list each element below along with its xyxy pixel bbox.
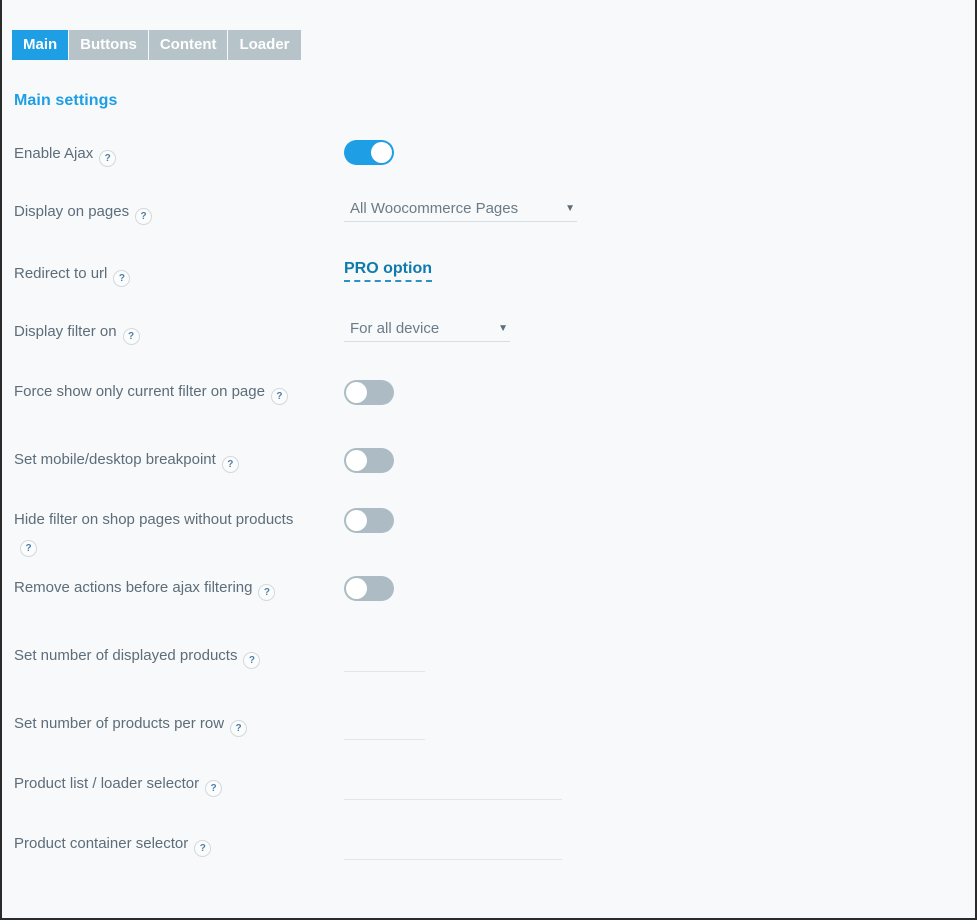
setting-label: Set number of products per row? [14, 712, 304, 737]
setting-label-text: Display on pages [14, 203, 130, 220]
setting-label: Enable Ajax? [14, 142, 304, 167]
setting-label: Hide filter on shop pages without produc… [14, 508, 294, 557]
tab-content[interactable]: Content [148, 30, 228, 60]
setting-label: Display filter on? [14, 320, 304, 345]
setting-label: Set number of displayed products? [14, 644, 279, 669]
toggle-remove-actions[interactable] [344, 576, 394, 601]
toggle-breakpoint[interactable] [344, 448, 394, 473]
chevron-down-icon: ▼ [498, 322, 508, 334]
toggle-force-show-current-filter[interactable] [344, 380, 394, 405]
setting-label-text: Remove actions before ajax filtering [14, 579, 253, 596]
setting-label: Set mobile/desktop breakpoint? [14, 448, 304, 473]
setting-control: PRO option [344, 260, 432, 282]
select-value: All Woocommerce Pages [350, 200, 519, 217]
setting-label-text: Hide filter on shop pages without produc… [14, 511, 294, 528]
setting-label-text: Redirect to url [14, 265, 108, 282]
setting-control [344, 576, 394, 601]
setting-control [344, 140, 394, 165]
input-product-container-selector[interactable] [344, 840, 562, 860]
setting-label: Product container selector? [14, 832, 304, 857]
setting-label-text: Set number of displayed products [14, 647, 238, 664]
input-displayed-products[interactable] [344, 652, 425, 672]
setting-control: All Woocommerce Pages ▼ [344, 200, 577, 222]
toggle-knob [371, 142, 392, 163]
settings-page: Main Buttons Content Loader Main setting… [0, 0, 977, 920]
setting-control [344, 652, 425, 672]
help-icon[interactable]: ? [221, 456, 239, 473]
chevron-down-icon: ▼ [565, 202, 575, 214]
setting-control [344, 448, 394, 473]
help-icon[interactable]: ? [135, 208, 153, 225]
pro-option-link[interactable]: PRO option [344, 260, 432, 282]
setting-control [344, 840, 562, 860]
setting-control: For all device ▼ [344, 320, 510, 342]
toggle-enable-ajax[interactable] [344, 140, 394, 165]
help-icon[interactable]: ? [243, 652, 261, 669]
help-icon[interactable]: ? [20, 540, 37, 557]
setting-label-text: Set mobile/desktop breakpoint [14, 451, 216, 468]
setting-label: Redirect to url? [14, 262, 304, 287]
toggle-knob [346, 450, 367, 471]
setting-control [344, 780, 562, 800]
help-icon[interactable]: ? [113, 270, 131, 287]
help-icon[interactable]: ? [270, 388, 288, 405]
help-icon[interactable]: ? [194, 840, 212, 857]
toggle-knob [346, 510, 367, 531]
tab-buttons[interactable]: Buttons [69, 30, 148, 60]
toggle-knob [346, 382, 367, 403]
toggle-hide-filter-empty-shop[interactable] [344, 508, 394, 533]
setting-label-text: Enable Ajax [14, 145, 94, 162]
help-icon[interactable]: ? [205, 780, 223, 797]
input-products-per-row[interactable] [344, 720, 425, 740]
section-title: Main settings [14, 92, 118, 109]
setting-label-text: Product list / loader selector [14, 775, 200, 792]
toggle-knob [346, 578, 367, 599]
help-icon[interactable]: ? [230, 720, 248, 737]
setting-label-text: Force show only current filter on page [14, 383, 265, 400]
help-icon[interactable]: ? [99, 150, 117, 167]
help-icon[interactable]: ? [258, 584, 276, 601]
select-display-filter-on[interactable]: For all device ▼ [344, 320, 510, 342]
setting-label: Remove actions before ajax filtering? [14, 576, 299, 601]
select-value: For all device [350, 320, 440, 337]
setting-control [344, 508, 394, 533]
setting-label-text: Set number of products per row [14, 715, 225, 732]
settings-tabbar: Main Buttons Content Loader [12, 30, 301, 60]
setting-label: Display on pages? [14, 200, 304, 225]
input-product-list-selector[interactable] [344, 780, 562, 800]
tab-main[interactable]: Main [12, 30, 69, 60]
setting-label-text: Display filter on [14, 323, 117, 340]
help-icon[interactable]: ? [122, 328, 140, 345]
setting-control [344, 720, 425, 740]
setting-label: Product list / loader selector? [14, 772, 304, 797]
select-display-on-pages[interactable]: All Woocommerce Pages ▼ [344, 200, 577, 222]
setting-label-text: Product container selector [14, 835, 189, 852]
tab-loader[interactable]: Loader [228, 30, 301, 60]
setting-label: Force show only current filter on page? [14, 380, 294, 405]
setting-control [344, 380, 394, 405]
